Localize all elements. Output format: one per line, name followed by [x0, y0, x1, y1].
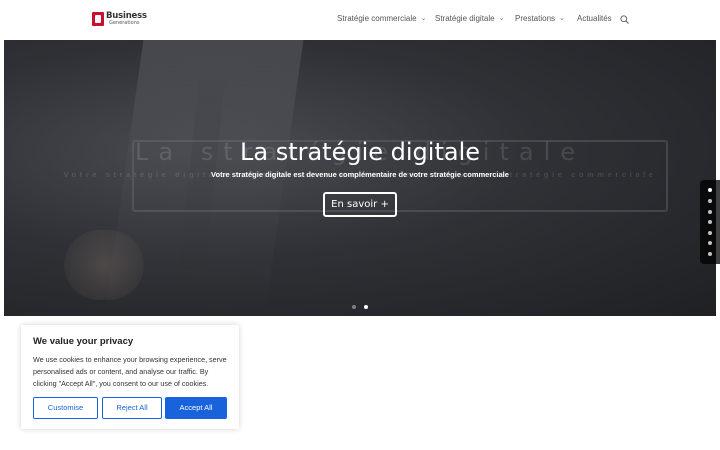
cookie-title: We value your privacy: [33, 336, 134, 347]
hero-slider: La stratégie digitale La stratégie digit…: [4, 40, 716, 316]
nav-item-label: Actualités: [577, 14, 612, 23]
nav-item-strategie-commerciale[interactable]: Stratégie commerciale ⌄: [337, 14, 426, 23]
slider-dot-active[interactable]: [364, 305, 369, 309]
hero-background-hand: [64, 230, 144, 300]
side-dot[interactable]: [708, 241, 712, 245]
chevron-down-icon: ⌄: [559, 15, 565, 22]
nav-item-actualites[interactable]: Actualités: [577, 14, 612, 23]
nav-item-label: Prestations: [515, 14, 556, 23]
hero-title: La stratégie digitale: [239, 138, 481, 166]
site-header: Business Generations Stratégie commercia…: [0, 0, 720, 40]
slider-dot[interactable]: [351, 305, 356, 309]
reject-all-button[interactable]: Reject All: [102, 397, 162, 419]
side-dot[interactable]: [708, 252, 712, 256]
cookie-description: We use cookies to enhance your browsing …: [33, 355, 227, 388]
cookie-consent-banner: We value your privacy We use cookies to …: [21, 325, 239, 429]
nav-item-label: Stratégie commerciale: [337, 14, 417, 23]
search-icon[interactable]: [620, 15, 629, 24]
nav-item-strategie-digitale[interactable]: Stratégie digitale ⌄: [435, 14, 504, 23]
nav-item-prestations[interactable]: Prestations ⌄: [515, 14, 565, 23]
side-dot-active[interactable]: [708, 188, 712, 192]
side-dot[interactable]: [708, 210, 712, 214]
side-dot[interactable]: [708, 199, 712, 203]
side-dot[interactable]: [708, 220, 712, 224]
chevron-down-icon: ⌄: [420, 15, 427, 22]
slider-pagination: [4, 296, 716, 314]
learn-more-button[interactable]: En savoir +: [323, 192, 397, 217]
chevron-down-icon: ⌄: [498, 15, 505, 22]
main-nav: Stratégie commerciale ⌄ Stratégie digital…: [0, 14, 720, 28]
nav-item-label: Stratégie digitale: [435, 14, 495, 23]
accept-all-button[interactable]: Accept All: [165, 397, 227, 419]
side-dot-navigation: [700, 180, 720, 264]
hero-subtitle: Votre stratégie digitale est devenue com…: [211, 170, 509, 179]
side-dot[interactable]: [708, 231, 712, 235]
customise-button[interactable]: Customise: [33, 397, 98, 419]
